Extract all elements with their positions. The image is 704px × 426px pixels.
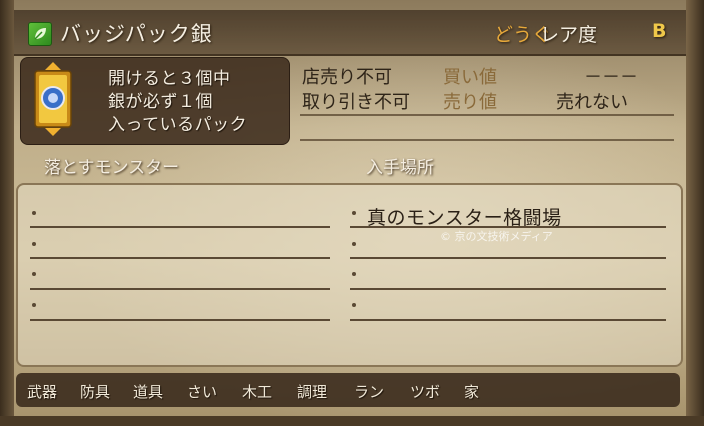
tab-armor[interactable]: 防具	[80, 381, 110, 402]
list-bullet	[352, 272, 356, 276]
panel-bottom-edge	[0, 416, 704, 426]
description-line: 銀が必ず１個	[108, 92, 213, 112]
monster-row	[30, 319, 330, 321]
list-bullet	[32, 242, 36, 246]
description-line: 開けると３個中	[108, 69, 231, 89]
divider	[300, 139, 674, 141]
rarity-label: レア度	[540, 24, 598, 46]
watermark: © 京の文技術メディア	[440, 230, 553, 243]
buy-price-label: 買い値	[443, 67, 497, 88]
list-bullet	[352, 303, 356, 307]
divider	[300, 114, 674, 116]
monster-row	[30, 257, 330, 259]
buy-price-value: －－－	[584, 67, 638, 88]
tab-lamp[interactable]: ラン	[354, 381, 384, 402]
sell-price-value: 売れない	[556, 92, 628, 113]
tab-house[interactable]: 家	[464, 381, 479, 402]
tab-pot[interactable]: ツボ	[410, 381, 440, 402]
list-bullet	[352, 242, 356, 246]
monster-row	[30, 288, 330, 290]
sell-price-label: 売り値	[443, 92, 497, 113]
tab-sewing[interactable]: さい	[187, 381, 217, 402]
location-row	[350, 319, 666, 321]
item-name: バッジパック銀	[60, 22, 213, 46]
description-line: 入っているパック	[108, 115, 248, 135]
monster-row	[30, 226, 330, 228]
tab-woodwork[interactable]: 木工	[242, 381, 272, 402]
panel-right-edge	[686, 0, 704, 426]
panel-left-edge	[0, 0, 14, 426]
list-bullet	[32, 303, 36, 307]
craft-category-tabs	[16, 373, 680, 407]
tab-weapon[interactable]: 武器	[27, 381, 57, 402]
trade-status: 取り引き不可	[302, 92, 410, 113]
location-row	[350, 257, 666, 259]
monsters-header: 落とすモンスター	[44, 158, 180, 178]
shop-status: 店売り不可	[302, 67, 392, 88]
location-header: 入手場所	[366, 158, 434, 178]
drop-location-list	[16, 183, 683, 367]
leaf-icon	[28, 22, 52, 46]
list-bullet	[352, 211, 356, 215]
location-row	[350, 288, 666, 290]
badge-pack-icon	[31, 62, 75, 136]
tab-tool[interactable]: 道具	[133, 381, 163, 402]
rarity-value: B	[652, 20, 667, 42]
list-bullet	[32, 211, 36, 215]
tab-cooking[interactable]: 調理	[297, 381, 327, 402]
list-bullet	[32, 272, 36, 276]
